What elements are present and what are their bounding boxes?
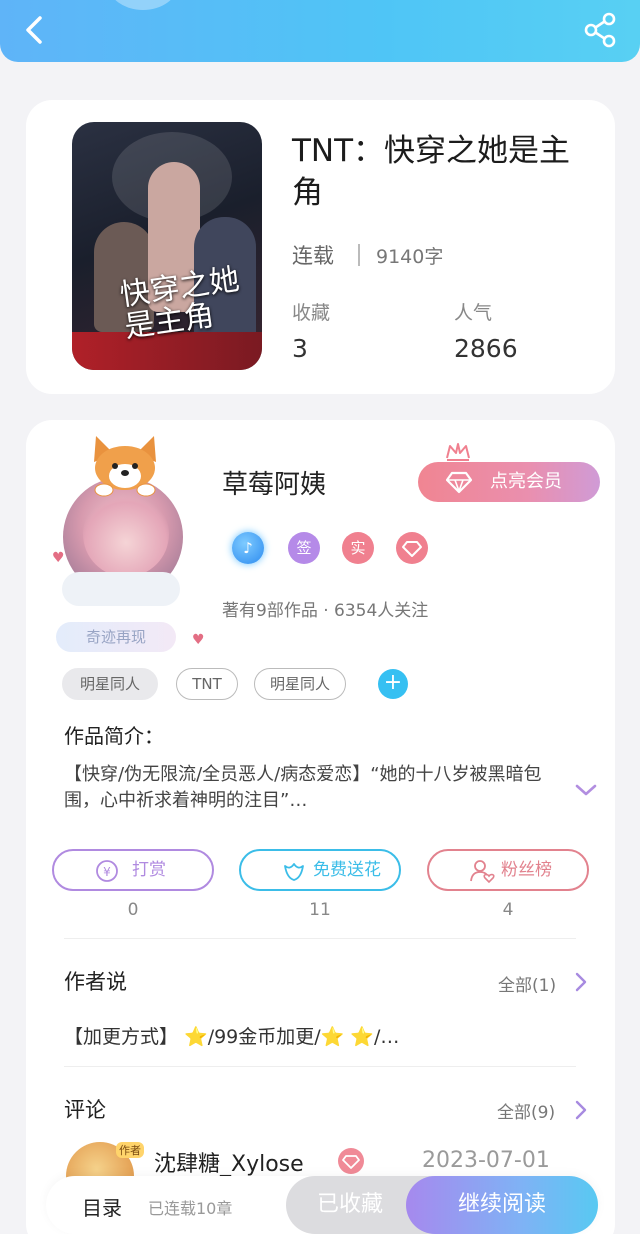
top-app-bar [0,0,640,62]
word-count: 9140字 [376,246,444,268]
favorited-label: 已收藏 [316,1192,383,1217]
avatar-frame-badge: 奇迹再现 [56,622,176,652]
chapter-count: 已连载10章 [148,1199,233,1218]
divider [64,1066,576,1067]
fan-count: 4 [502,900,514,920]
comments-more-link[interactable]: 全部(9) [497,1098,555,1123]
verified-badge-icon[interactable]: 实 [342,532,374,564]
music-note-icon[interactable]: ♪ [232,532,264,564]
verified-badge-label: 实 [350,539,366,557]
avatar-portrait [83,491,169,577]
author-say-content[interactable]: 【加更方式】 ⭐/99金币加更/⭐ ⭐/… [64,1022,399,1049]
send-flower-button[interactable]: 免费送花 [239,849,401,891]
comment-date: 2023-07-01 [422,1148,550,1173]
avatar-cloud [62,572,180,606]
sign-badge-icon[interactable]: 签 [288,532,320,564]
vip-diamond-icon [338,1148,364,1174]
tip-button[interactable]: ¥ 打赏 [52,849,214,891]
share-icon [584,12,616,48]
chevron-right-icon[interactable] [575,1100,587,1120]
chevron-right-icon[interactable] [575,972,587,992]
corgi-icon [94,436,156,497]
tag-chip[interactable]: 明星同人 [62,668,158,700]
bottom-action-bar: 目录 已连载10章 已收藏 继续阅读 [46,1176,598,1234]
book-info-card: 快穿之她是主角 TNT：快穿之她是主角 连载 9140字 收藏 3 人气 286… [26,100,615,394]
chevron-down-icon[interactable] [574,782,598,798]
share-button[interactable] [580,11,620,49]
svg-text:¥: ¥ [103,865,111,879]
add-tag-button[interactable]: + [378,669,408,699]
intro-label: 作品简介： [64,724,164,748]
intro-text[interactable]: 【快穿/伪无限流/全员恶人/病态爱恋】“她的十八岁被黑暗包围，心中祈求着神明的注… [64,762,564,814]
book-cover[interactable]: 快穿之她是主角 [72,122,262,370]
crown-icon [446,443,470,461]
activate-vip-button[interactable]: 点亮会员 [418,462,600,502]
comments-title: 评论 [64,1098,106,1122]
tag-chip[interactable]: TNT [176,668,238,700]
tip-label: 打赏 [132,860,166,880]
chevron-left-icon [26,16,42,44]
toc-button[interactable]: 目录 [82,1192,122,1221]
continue-reading-button[interactable]: 继续阅读 [406,1176,598,1234]
author-works-info: 著有9部作品 · 6354人关注 [222,601,429,621]
author-tag: 作者 [116,1142,144,1158]
flower-icon [284,863,304,881]
send-flower-label: 免费送花 [313,860,381,880]
author-say-title: 作者说 [64,970,127,994]
author-avatar-frame[interactable]: ♥ ♥ 奇迹再现 [52,432,205,652]
vip-button-label: 点亮会员 [490,471,562,492]
diamond-icon [402,541,422,557]
serial-status: 连载 [292,244,334,268]
author-say-more-link[interactable]: 全部(1) [498,971,556,996]
status-divider [358,244,360,266]
favorites-label: 收藏 [292,302,331,324]
fan-user-icon [470,860,495,884]
sign-badge-label: 签 [296,539,312,557]
diamond-badge-icon[interactable] [396,532,428,564]
commenter-name[interactable]: 沈肆糖_Xylose [154,1146,304,1178]
back-button[interactable] [18,10,54,50]
yen-coin-icon: ¥ [96,860,118,882]
fan-ranking-label: 粉丝榜 [501,860,552,880]
continue-reading-label: 继续阅读 [457,1192,546,1217]
heart-icon: ♥ [192,632,205,648]
favorites-value: 3 [292,334,308,363]
author-name[interactable]: 草莓阿姨 [222,464,326,501]
divider [64,938,576,939]
flower-count: 11 [309,900,331,920]
book-title: TNT：快穿之她是主角 [292,133,571,211]
heart-icon: ♥ [52,550,65,566]
diamond-icon [446,471,472,494]
diamond-icon [342,1155,360,1169]
popularity-label: 人气 [454,302,493,324]
tip-count: 0 [127,900,139,920]
popularity-value: 2866 [454,334,518,363]
tag-chip[interactable]: 明星同人 [254,668,346,700]
decorative-bubble [108,0,178,10]
author-card: ♥ ♥ 奇迹再现 草莓阿姨 点亮会员 ♪ 签 实 著有9部作品 · 6354人关… [26,420,615,1234]
fan-ranking-button[interactable]: 粉丝榜 [427,849,589,891]
